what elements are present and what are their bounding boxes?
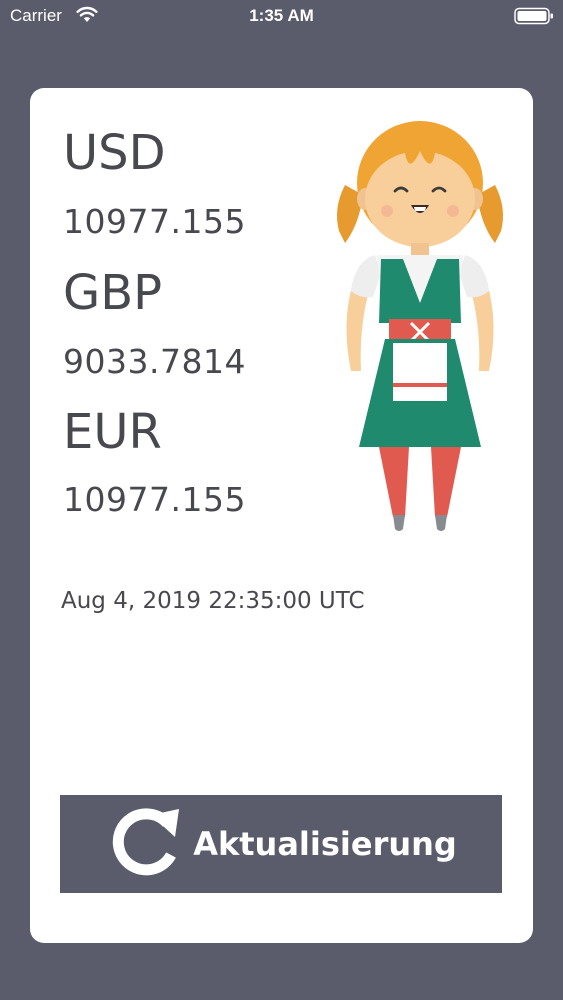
- rates-card: USD 10977.155 GBP 9033.7814 EUR 10977.15…: [30, 88, 533, 943]
- status-time: 1:35 AM: [249, 6, 314, 25]
- update-timestamp: Aug 4, 2019 22:35:00 UTC: [61, 588, 365, 614]
- refresh-icon: [113, 808, 180, 876]
- dirndl-girl-illustration: [337, 121, 503, 531]
- status-bar: Carrier 1:35 AM: [0, 0, 563, 32]
- currency-code-gbp: GBP: [63, 265, 163, 321]
- battery-icon: [514, 7, 553, 25]
- currency-code-eur: EUR: [63, 404, 162, 460]
- refresh-button[interactable]: Aktualisierung: [60, 795, 502, 893]
- refresh-button-label: Aktualisierung: [193, 825, 457, 863]
- currency-code-usd: USD: [63, 125, 166, 181]
- currency-rate-usd: 10977.155: [63, 202, 246, 241]
- currency-rate-eur: 10977.155: [63, 480, 246, 519]
- currency-rate-gbp: 9033.7814: [63, 342, 246, 381]
